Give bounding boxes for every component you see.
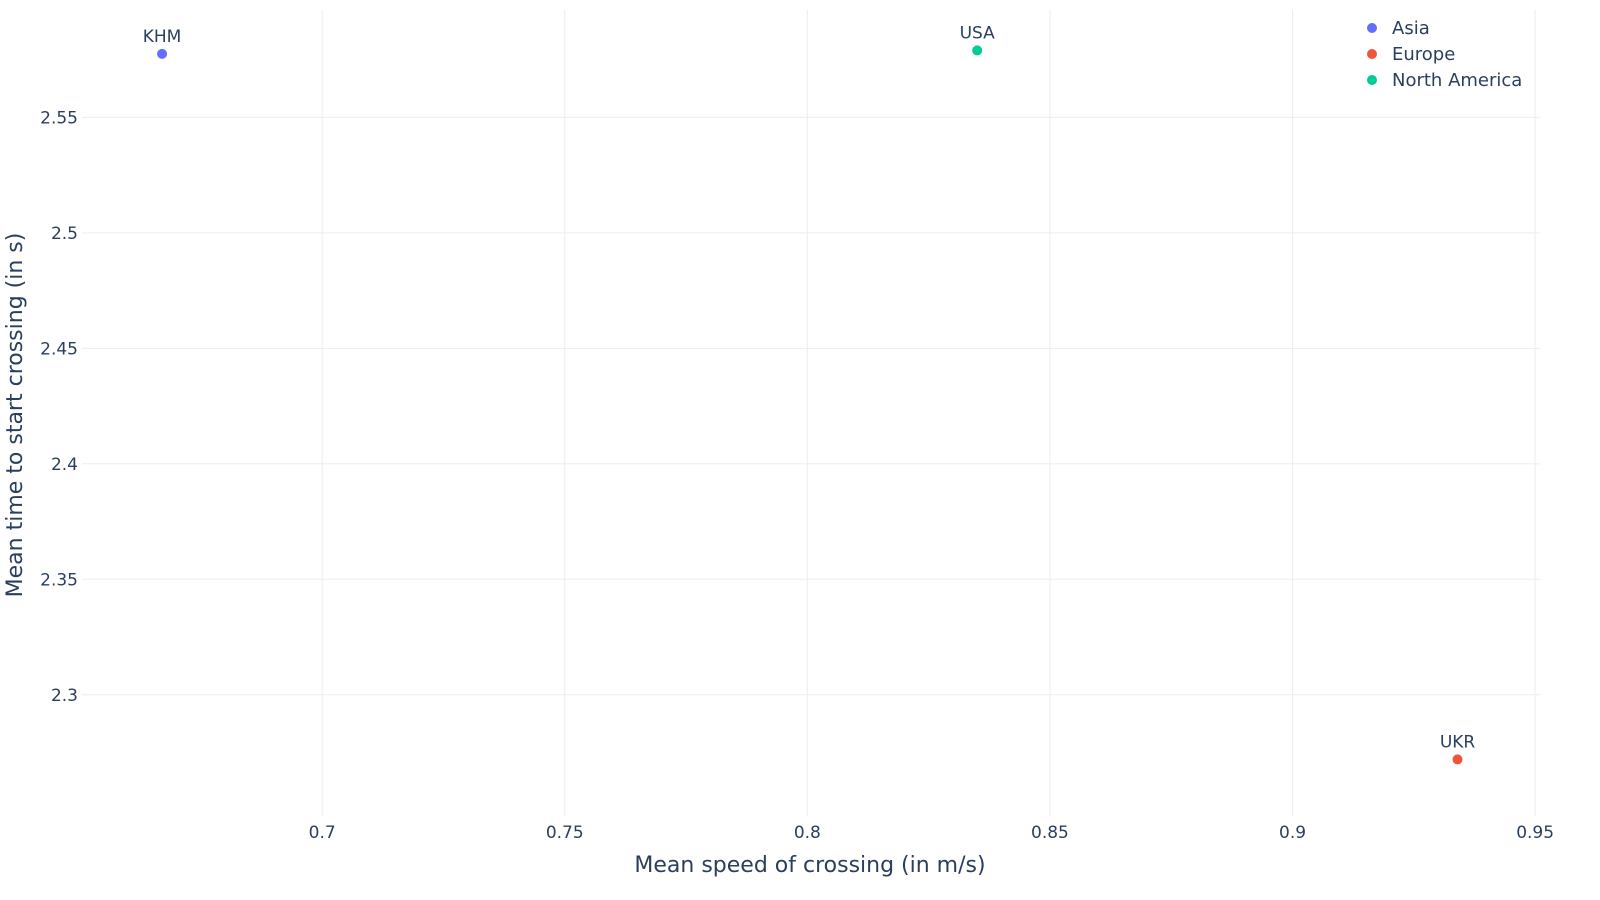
legend-label: Asia	[1392, 18, 1430, 39]
data-label-usa: USA	[960, 23, 996, 43]
y-tick-label: 2.4	[51, 455, 78, 475]
x-axis-ticks: 0.7 0.75 0.8 0.85 0.9 0.95	[309, 823, 1554, 843]
x-tick-label: 0.85	[1031, 823, 1069, 843]
y-tick-label: 2.45	[40, 339, 78, 359]
y-tick-label: 2.3	[51, 686, 78, 706]
y-axis-ticks: 2.3 2.35 2.4 2.45 2.5 2.55	[40, 108, 78, 705]
data-point-khm[interactable]	[157, 48, 168, 59]
x-tick-label: 0.9	[1279, 823, 1306, 843]
x-tick-label: 0.95	[1516, 823, 1554, 843]
x-tick-label: 0.7	[309, 823, 336, 843]
legend-item-asia[interactable]: Asia	[1367, 18, 1430, 39]
y-tick-label: 2.35	[40, 570, 78, 590]
legend-item-europe[interactable]: Europe	[1367, 44, 1455, 65]
legend-marker	[1367, 75, 1377, 85]
legend-label: North America	[1392, 70, 1522, 91]
data-points: KHM UKR USA	[143, 23, 1476, 765]
grid-lines	[82, 10, 1540, 816]
legend-item-north-america[interactable]: North America	[1367, 70, 1522, 91]
data-point-usa[interactable]	[972, 45, 983, 56]
data-point-ukr[interactable]	[1452, 754, 1463, 765]
y-tick-label: 2.5	[51, 224, 78, 244]
data-label-ukr: UKR	[1440, 732, 1476, 752]
data-label-khm: KHM	[143, 27, 182, 47]
legend-marker	[1367, 49, 1377, 59]
x-axis-title: Mean speed of crossing (in m/s)	[634, 853, 985, 878]
x-tick-label: 0.8	[794, 823, 821, 843]
y-axis-title: Mean time to start crossing (in s)	[3, 233, 28, 598]
legend-marker	[1367, 23, 1377, 33]
legend: Asia Europe North America	[1367, 18, 1522, 91]
x-tick-label: 0.75	[546, 823, 584, 843]
scatter-chart: 0.7 0.75 0.8 0.85 0.9 0.95 2.32.352.42.452.52…	[3, 10, 1554, 878]
y-tick-label: 2.55	[40, 108, 78, 128]
legend-label: Europe	[1392, 44, 1455, 65]
